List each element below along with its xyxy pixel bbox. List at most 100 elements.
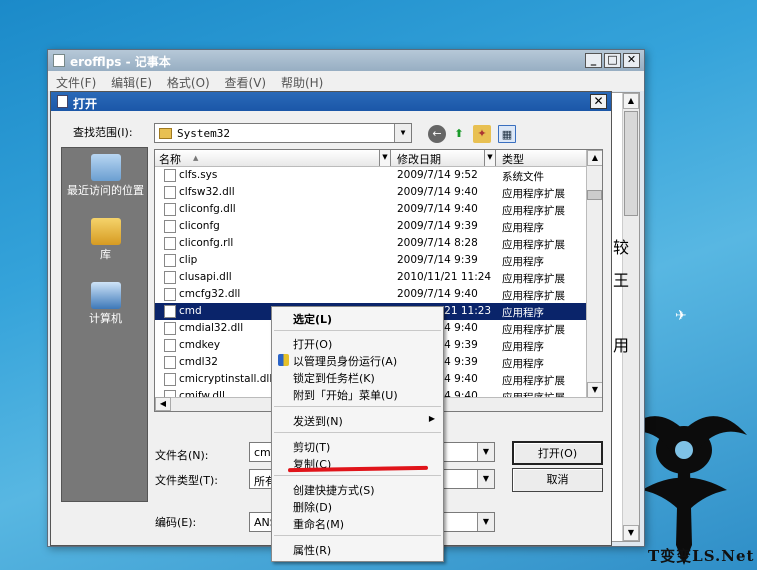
chevron-down-icon[interactable]: ▼ xyxy=(477,443,494,461)
file-name: clip xyxy=(179,254,198,266)
place-computer[interactable]: 计算机 xyxy=(62,282,149,325)
file-row[interactable]: cmcfg32.dll 2009/7/14 9:40 应用程序扩展 xyxy=(155,286,588,303)
file-name: cmdial32.dll xyxy=(179,322,244,334)
maximize-button[interactable]: □ xyxy=(604,53,621,68)
column-name[interactable]: 名称 xyxy=(159,151,181,167)
cancel-button[interactable]: 取消 xyxy=(512,468,603,492)
look-in-combo[interactable]: System32 ▼ xyxy=(154,123,412,143)
menu-format[interactable]: 格式(O) xyxy=(167,76,210,90)
open-dialog-titlebar[interactable]: 打开 ✕ xyxy=(51,92,611,111)
file-date: 2009/7/14 9:52 xyxy=(397,169,478,181)
menu-item-label: 以管理员身份运行(A) xyxy=(293,355,398,368)
file-icon xyxy=(164,305,176,318)
menu-item-properties[interactable]: 属性(R) xyxy=(272,541,443,558)
file-row[interactable]: clip 2009/7/14 9:39 应用程序 xyxy=(155,252,588,269)
file-type: 应用程序扩展 xyxy=(502,239,565,251)
menu-item-label: 剪切(T) xyxy=(293,441,331,454)
menu-view[interactable]: 查看(V) xyxy=(225,76,267,90)
file-name: clfsw32.dll xyxy=(179,186,235,198)
menu-item-label: 选定(L) xyxy=(293,313,333,326)
back-icon[interactable]: ← xyxy=(428,125,446,143)
close-button[interactable]: ✕ xyxy=(623,53,640,68)
menu-file[interactable]: 文件(F) xyxy=(56,76,96,90)
open-button[interactable]: 打开(O) xyxy=(512,441,603,465)
menu-item-run-as-admin[interactable]: 以管理员身份运行(A) xyxy=(272,352,443,369)
file-row[interactable]: cliconfg.rll 2009/7/14 8:28 应用程序扩展 xyxy=(155,235,588,252)
column-date-dropdown[interactable]: ▼ xyxy=(484,150,496,166)
file-date: 2009/7/14 9:40 xyxy=(397,186,478,198)
file-icon xyxy=(164,169,176,182)
file-name: cmdkey xyxy=(179,339,221,351)
menu-item-rename[interactable]: 重命名(M) xyxy=(272,515,443,532)
place-recent[interactable]: 最近访问的位置 xyxy=(62,154,149,197)
menu-item-pin-start[interactable]: 附到「开始」菜单(U) xyxy=(272,386,443,403)
minimize-button[interactable]: _ xyxy=(585,53,602,68)
chevron-down-icon[interactable]: ▼ xyxy=(477,470,494,488)
filename-label: 文件名(N): xyxy=(155,449,209,462)
menu-separator xyxy=(274,432,441,433)
scroll-down-icon[interactable]: ▼ xyxy=(623,525,639,541)
menu-item-cut[interactable]: 剪切(T) xyxy=(272,438,443,455)
places-bar: 最近访问的位置 库 计算机 xyxy=(61,147,148,502)
file-icon xyxy=(164,186,176,199)
file-type: 应用程序 xyxy=(502,256,544,268)
notepad-text-fragment: 较 xyxy=(613,238,630,257)
menu-item-label: 锁定到任务栏(K) xyxy=(293,372,375,385)
scroll-up-icon[interactable]: ▲ xyxy=(623,93,639,109)
notepad-vertical-scrollbar[interactable]: ▲ ▼ xyxy=(622,93,639,541)
recent-places-icon xyxy=(90,154,121,181)
place-libraries[interactable]: 库 xyxy=(62,218,149,261)
chevron-down-icon[interactable]: ▼ xyxy=(394,124,411,142)
scroll-thumb[interactable] xyxy=(624,111,638,216)
menu-item-label: 重命名(M) xyxy=(293,518,345,531)
file-row[interactable]: cliconfg 2009/7/14 9:39 应用程序 xyxy=(155,218,588,235)
file-list-scrollbar[interactable]: ▲ ▼ xyxy=(586,150,602,411)
new-folder-icon[interactable]: ✦ xyxy=(473,125,491,143)
file-row[interactable]: cliconfg.dll 2009/7/14 9:40 应用程序扩展 xyxy=(155,201,588,218)
file-type: 应用程序扩展 xyxy=(502,324,565,336)
column-name-dropdown[interactable]: ▼ xyxy=(379,150,391,166)
chevron-down-icon[interactable]: ▼ xyxy=(477,513,494,531)
file-icon xyxy=(164,373,176,386)
column-date[interactable]: 修改日期 xyxy=(397,151,441,167)
view-menu-icon[interactable]: ▦ xyxy=(498,125,516,143)
file-name: cmicryptinstall.dll xyxy=(179,373,273,385)
menu-item-select[interactable]: 选定(L) xyxy=(272,310,443,327)
scroll-up-icon[interactable]: ▲ xyxy=(587,150,602,166)
menu-edit[interactable]: 编辑(E) xyxy=(111,76,152,90)
scroll-down-icon[interactable]: ▼ xyxy=(587,382,602,398)
folder-icon xyxy=(159,128,172,139)
scroll-left-icon[interactable]: ◀ xyxy=(155,397,171,411)
menu-item-send-to[interactable]: 发送到(N) ▶ xyxy=(272,412,443,429)
menu-item-delete[interactable]: 删除(D) xyxy=(272,498,443,515)
menu-item-label: 创建快捷方式(S) xyxy=(293,484,375,497)
menu-item-open[interactable]: 打开(O) xyxy=(272,335,443,352)
dialog-close-button[interactable]: ✕ xyxy=(590,94,607,109)
scroll-thumb[interactable] xyxy=(587,190,602,200)
menu-separator xyxy=(274,535,441,536)
column-type[interactable]: 类型 xyxy=(502,151,524,167)
notepad-titlebar[interactable]: erofflps - 记事本 _ □ ✕ xyxy=(48,50,644,71)
menu-separator xyxy=(274,406,441,407)
notepad-text-fragment: 王 xyxy=(613,271,630,290)
look-in-value: System32 xyxy=(177,127,230,140)
notepad-icon xyxy=(53,54,65,67)
file-row[interactable]: clusapi.dll 2010/11/21 11:24 应用程序扩展 xyxy=(155,269,588,286)
libraries-icon xyxy=(90,218,121,245)
up-folder-icon[interactable]: ⬆ xyxy=(450,125,468,143)
file-name: clfs.sys xyxy=(179,169,218,181)
notepad-menubar: 文件(F) 编辑(E) 格式(O) 查看(V) 帮助(H) xyxy=(48,71,644,91)
file-date: 2009/7/14 8:28 xyxy=(397,237,478,249)
file-type: 应用程序扩展 xyxy=(502,273,565,285)
file-row[interactable]: clfs.sys 2009/7/14 9:52 系统文件 xyxy=(155,167,588,184)
file-name: cliconfg.rll xyxy=(179,237,234,249)
file-name: cmdl32 xyxy=(179,356,218,368)
menu-help[interactable]: 帮助(H) xyxy=(281,76,323,90)
file-row[interactable]: clfsw32.dll 2009/7/14 9:40 应用程序扩展 xyxy=(155,184,588,201)
file-date: 2009/7/14 9:39 xyxy=(397,220,478,232)
encoding-label: 编码(E): xyxy=(155,516,197,529)
menu-item-create-shortcut[interactable]: 创建快捷方式(S) xyxy=(272,481,443,498)
place-label: 计算机 xyxy=(89,312,122,325)
menu-item-pin-taskbar[interactable]: 锁定到任务栏(K) xyxy=(272,369,443,386)
file-type: 应用程序扩展 xyxy=(502,290,565,302)
